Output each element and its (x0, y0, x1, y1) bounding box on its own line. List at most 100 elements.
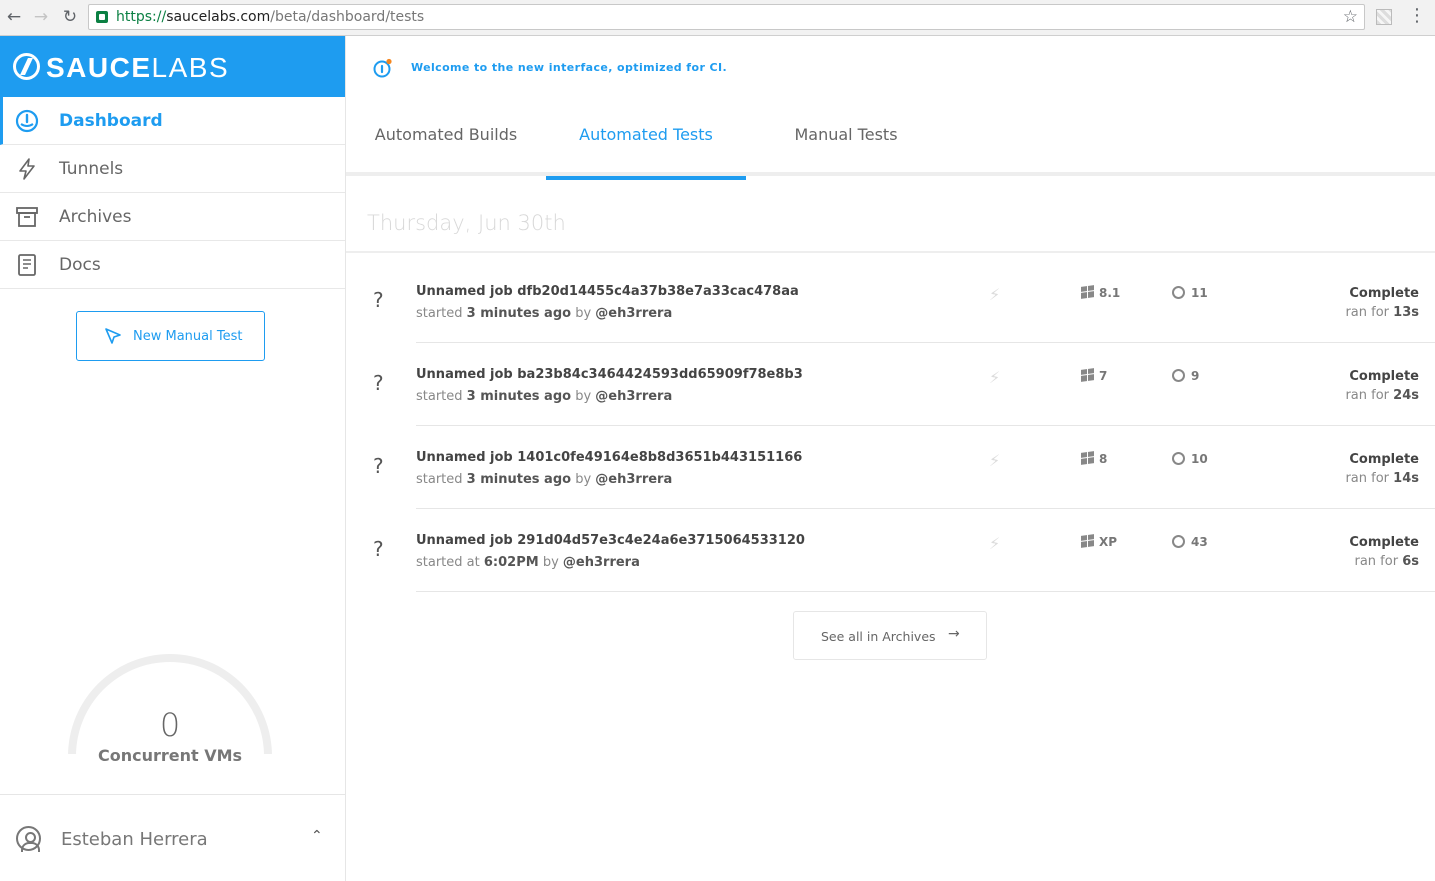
brand-header[interactable]: SAUCELABS (0, 36, 345, 97)
job-title[interactable]: Unnamed job dfb20d14455c4a37b38e7a33cac4… (416, 284, 799, 299)
status-unknown-icon: ? (373, 371, 384, 395)
extension-icon[interactable] (1376, 9, 1392, 25)
windows-icon (1081, 534, 1094, 548)
job-title[interactable]: Unnamed job 1401c0fe49164e8b8d3651b44315… (416, 450, 802, 465)
bolt-icon (19, 158, 35, 180)
sidebar-item-archives[interactable]: Archives (0, 193, 345, 241)
tunnel-bolt-icon: ⚡ (989, 368, 1001, 387)
saucelabs-logo-icon (13, 53, 40, 80)
job-row[interactable]: ? Unnamed job dfb20d14455c4a37b38e7a33ca… (346, 260, 1435, 343)
status-unknown-icon: ? (373, 288, 384, 312)
book-icon (18, 254, 36, 276)
ie-icon (1172, 452, 1185, 465)
info-icon (373, 58, 392, 78)
user-menu[interactable]: Esteban Herrera ⌃ (0, 794, 345, 881)
sidebar-item-label: Dashboard (59, 111, 163, 131)
date-heading: Thursday, Jun 30th (367, 211, 566, 235)
job-title[interactable]: Unnamed job 291d04d57e3c4e24a6e371506453… (416, 533, 805, 548)
job-status: Complete (1349, 286, 1419, 301)
chrome-icon (1172, 535, 1185, 548)
job-started: started 3 minutes ago by @eh3rrera (416, 472, 673, 487)
reload-button[interactable]: ↻ (59, 6, 81, 28)
job-started: started at 6:02PM by @eh3rrera (416, 555, 640, 570)
browser-toolbar: ← → ↻ https://saucelabs.com/beta/dashboa… (0, 0, 1435, 36)
bookmark-star-icon[interactable]: ☆ (1343, 7, 1358, 27)
brand-name: SAUCELABS (46, 52, 230, 83)
sidebar-item-label: Tunnels (59, 159, 124, 179)
job-status: Complete (1349, 535, 1419, 550)
dashboard-icon (15, 109, 39, 133)
new-manual-test-button[interactable]: New Manual Test (76, 311, 265, 361)
tab-label: Manual Tests (794, 125, 898, 144)
ie-icon (1172, 286, 1185, 299)
divider (346, 251, 1435, 253)
divider (416, 591, 1435, 592)
job-started: started 3 minutes ago by @eh3rrera (416, 306, 673, 321)
job-row[interactable]: ? Unnamed job 1401c0fe49164e8b8d3651b443… (346, 426, 1435, 509)
sidebar-item-docs[interactable]: Docs (0, 241, 345, 289)
browser-version: 43 (1172, 535, 1208, 549)
windows-icon (1081, 285, 1094, 299)
job-status: Complete (1349, 369, 1419, 384)
tunnel-bolt-icon: ⚡ (989, 451, 1001, 470)
os-version: 8.1 (1081, 285, 1120, 300)
sidebar-item-tunnels[interactable]: Tunnels (0, 145, 345, 193)
main-content: Welcome to the new interface, optimized … (346, 36, 1435, 881)
welcome-text: Welcome to the new interface, optimized … (411, 61, 728, 74)
concurrent-vms-value: 0 (159, 706, 181, 744)
tab-label: Automated Tests (579, 125, 713, 144)
chevron-up-icon[interactable]: ⌃ (311, 828, 323, 844)
tab-manual-tests[interactable]: Manual Tests (746, 101, 946, 176)
job-title[interactable]: Unnamed job ba23b84c3464424593dd65909f78… (416, 367, 803, 382)
forward-button[interactable]: → (30, 6, 52, 28)
os-version: XP (1081, 534, 1117, 549)
job-result: Complete ran for 24s (1345, 369, 1419, 403)
see-all-label: See all in Archives (821, 629, 936, 644)
job-duration: ran for 14s (1345, 471, 1419, 486)
url-text[interactable]: https://saucelabs.com/beta/dashboard/tes… (116, 9, 424, 26)
tab-label: Automated Builds (374, 125, 518, 144)
tab-automated-builds[interactable]: Automated Builds (346, 101, 546, 176)
address-bar[interactable]: https://saucelabs.com/beta/dashboard/tes… (88, 4, 1365, 30)
lock-icon (96, 11, 108, 23)
job-list: ? Unnamed job dfb20d14455c4a37b38e7a33ca… (346, 260, 1435, 592)
browser-version: 10 (1172, 452, 1208, 466)
tab-automated-tests[interactable]: Automated Tests (546, 101, 746, 180)
concurrent-vms-label: Concurrent VMs (97, 746, 243, 765)
os-version: 8 (1081, 451, 1107, 466)
tunnel-bolt-icon: ⚡ (989, 285, 1001, 304)
job-row[interactable]: ? Unnamed job 291d04d57e3c4e24a6e3715064… (346, 509, 1435, 592)
tunnel-bolt-icon: ⚡ (989, 534, 1001, 553)
tab-bar: Automated Builds Automated Tests Manual … (346, 101, 1435, 180)
new-manual-test-label: New Manual Test (133, 329, 243, 344)
status-unknown-icon: ? (373, 454, 384, 478)
job-row[interactable]: ? Unnamed job ba23b84c3464424593dd65909f… (346, 343, 1435, 426)
see-all-archives-button[interactable]: See all in Archives → (793, 611, 987, 660)
job-result: Complete ran for 14s (1345, 452, 1419, 486)
browser-version: 11 (1172, 286, 1208, 300)
job-duration: ran for 13s (1345, 305, 1419, 320)
windows-icon (1081, 451, 1094, 465)
job-result: Complete ran for 13s (1345, 286, 1419, 320)
os-version: 7 (1081, 368, 1107, 383)
welcome-banner: Welcome to the new interface, optimized … (346, 36, 1435, 101)
arrow-right-icon: → (948, 626, 960, 642)
sidebar-item-dashboard[interactable]: Dashboard (0, 97, 345, 145)
concurrent-vms-gauge: 0 Concurrent VMs (68, 654, 272, 874)
browser-menu-icon[interactable]: ⋮ (1408, 5, 1426, 26)
browser-version: 9 (1172, 369, 1199, 383)
sidebar: SAUCELABS Dashboard Tunnels Archives Doc… (0, 36, 346, 881)
job-duration: ran for 6s (1354, 554, 1420, 569)
cursor-icon (105, 328, 121, 344)
status-unknown-icon: ? (373, 537, 384, 561)
user-name: Esteban Herrera (61, 829, 208, 850)
user-avatar-icon (16, 826, 41, 852)
job-result: Complete ran for 6s (1349, 535, 1419, 569)
ie-icon (1172, 369, 1185, 382)
job-started: started 3 minutes ago by @eh3rrera (416, 389, 673, 404)
sidebar-item-label: Docs (59, 255, 101, 275)
archive-icon (16, 207, 38, 227)
windows-icon (1081, 368, 1094, 382)
back-button[interactable]: ← (3, 6, 25, 28)
sidebar-item-label: Archives (59, 207, 132, 227)
